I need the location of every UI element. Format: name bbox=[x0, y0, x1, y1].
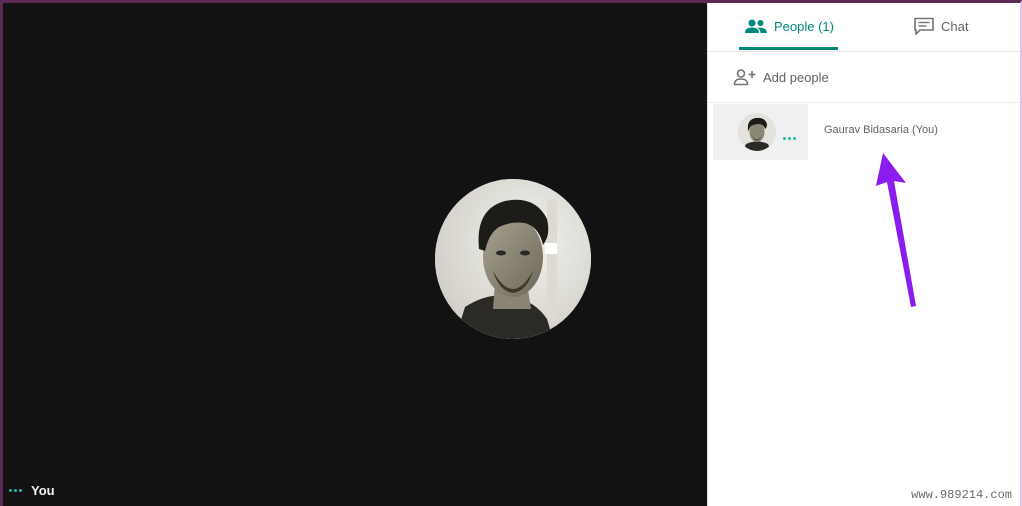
self-avatar bbox=[435, 179, 591, 339]
speaking-indicator-icon bbox=[9, 489, 22, 492]
tab-chat-label: Chat bbox=[940, 18, 969, 34]
self-label-text: You bbox=[31, 483, 55, 498]
participant-speaking-icon bbox=[783, 137, 796, 140]
add-people-button[interactable]: Add people bbox=[708, 52, 1020, 103]
participant-name: Gaurav Bidasaria (You) bbox=[824, 124, 938, 136]
self-label: You bbox=[9, 483, 55, 498]
side-panel: People (1) Chat Add people Gaurav Bidasa… bbox=[707, 3, 1020, 506]
tab-chat[interactable]: Chat bbox=[913, 3, 968, 49]
tab-people[interactable]: People (1) bbox=[739, 3, 838, 50]
add-people-label: Add people bbox=[763, 69, 829, 85]
self-avatar-image bbox=[435, 179, 591, 339]
participant-thumbnail bbox=[713, 104, 808, 160]
add-person-icon bbox=[733, 69, 756, 86]
meeting-window: You People (1) Chat Add people Gaurav Bi… bbox=[0, 0, 1022, 506]
chat-icon bbox=[914, 17, 934, 35]
tab-people-label: People (1) bbox=[774, 18, 834, 34]
participant-row[interactable]: Gaurav Bidasaria (You) bbox=[708, 103, 1020, 161]
panel-tabs: People (1) Chat bbox=[708, 3, 1020, 52]
video-stage[interactable]: You bbox=[3, 3, 707, 506]
participant-avatar bbox=[738, 113, 776, 151]
people-icon bbox=[745, 19, 767, 33]
participant-avatar-image bbox=[738, 113, 776, 151]
watermark: www.989214.com bbox=[911, 488, 1012, 502]
